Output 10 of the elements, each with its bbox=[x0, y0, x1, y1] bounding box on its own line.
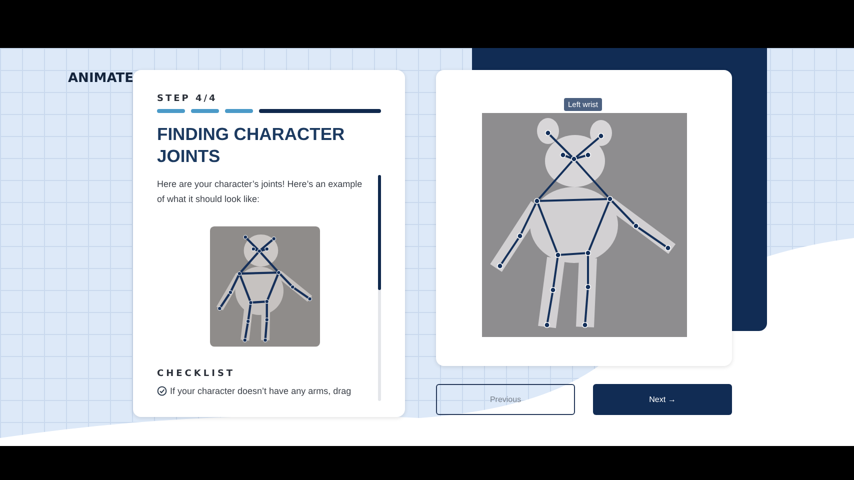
logo-text: ANIMATE bbox=[68, 71, 134, 86]
check-circle-icon bbox=[157, 386, 167, 396]
intro-text: Here are your character’s joints! Here’s an example of what it should look like: bbox=[157, 178, 364, 206]
character-skeleton-drawing[interactable] bbox=[482, 113, 686, 337]
scrollbar[interactable] bbox=[378, 175, 381, 401]
checklist-item: If your character doesn’t have any arms, drag bbox=[170, 386, 352, 396]
page-title: FINDING CHARACTER JOINTS bbox=[157, 123, 346, 167]
step-label: STEP 4/4 bbox=[157, 94, 218, 104]
checklist-heading: CHECKLIST bbox=[157, 369, 236, 379]
nav-button[interactable]: Next → bbox=[593, 384, 732, 415]
